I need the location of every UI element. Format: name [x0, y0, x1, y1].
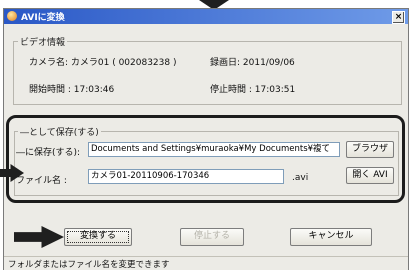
app-icon [7, 11, 17, 21]
save-group [14, 131, 399, 196]
close-button[interactable]: × [392, 11, 405, 24]
window-title: AVIに変換 [21, 13, 65, 23]
camera-name-text: カメラ名: カメラ01 ( 002083238 ) [29, 58, 177, 68]
dialog-window: AVIに変換 × ビデオ情報 カメラ名: カメラ01 ( 002083238 )… [3, 8, 409, 270]
start-time-text: 開始時間 : 17:03:46 [29, 85, 115, 95]
save-path-input[interactable]: Documents and Settings¥muraoka¥My Docume… [88, 142, 340, 157]
extension-text: .avi [292, 173, 309, 183]
record-date-text: 録画日: 2011/09/06 [210, 58, 295, 68]
video-info-group [13, 41, 402, 105]
stop-time-text: 停止時間 : 17:03:51 [210, 85, 296, 95]
title-bar: AVIに変換 × [4, 9, 408, 24]
filename-input[interactable]: カメラ01-20110906-170346 [88, 169, 284, 184]
save-to-label: ―に保存(する): [16, 148, 81, 158]
stop-button[interactable]: 停止する [180, 228, 244, 246]
status-text: フォルダまたはファイル名を変更できます [8, 260, 170, 270]
open-avi-button[interactable]: 開く AVI [346, 167, 394, 184]
status-bar: フォルダまたはファイル名を変更できます [4, 256, 408, 270]
browse-button[interactable]: ブラウザ [346, 141, 394, 158]
save-group-legend: ―として保存(する) [18, 125, 101, 138]
convert-button[interactable]: 変換する [64, 228, 132, 246]
video-info-legend: ビデオ情報 [18, 35, 68, 48]
cancel-button[interactable]: キャンセル [290, 228, 372, 246]
filename-label: ファイル名 : [16, 176, 67, 186]
